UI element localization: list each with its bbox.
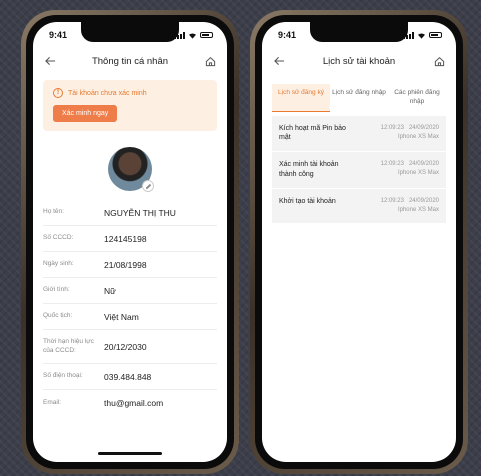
info-row-email: Email: thu@gmail.com bbox=[43, 390, 217, 416]
pencil-icon bbox=[145, 183, 151, 189]
phone-bezel: 9:41 Thông tin cá nhân ! Tài khoản chưa … bbox=[26, 15, 234, 469]
edit-avatar-button[interactable] bbox=[142, 180, 154, 192]
account-history-screen: 9:41 Lịch sử tài khoản Lịch sử đăng ký L… bbox=[262, 22, 456, 462]
list-item: Khởi tạo tài khoản 12:09:23 24/09/2020 Ip… bbox=[272, 189, 446, 224]
unverified-alert: ! Tài khoản chưa xác minh Xác minh ngay bbox=[43, 80, 217, 131]
avatar[interactable] bbox=[108, 147, 154, 192]
page-title: Lịch sử tài khoản bbox=[322, 55, 396, 67]
verify-now-button[interactable]: Xác minh ngay bbox=[53, 105, 118, 122]
list-item: Kích hoạt mã Pin bảo mật 12:09:23 24/09/2… bbox=[272, 116, 446, 153]
profile-screen: 9:41 Thông tin cá nhân ! Tài khoản chưa … bbox=[33, 22, 227, 462]
info-label: Số CCCD: bbox=[43, 234, 74, 242]
history-tabs: Lịch sử đăng ký Lịch sử đăng nhập Các ph… bbox=[272, 84, 446, 112]
info-row-id-number: Số CCCD: 124145198 bbox=[43, 226, 217, 252]
history-date: 24/09/2020 bbox=[408, 197, 439, 204]
nav-bar: Thông tin cá nhân bbox=[33, 44, 227, 78]
info-row-nationality: Quốc tịch: Việt Nam bbox=[43, 304, 217, 330]
info-label: Giới tính: bbox=[43, 286, 70, 294]
info-row-gender: Giới tính: Nữ bbox=[43, 278, 217, 304]
phone-notch bbox=[81, 22, 179, 42]
phone-bezel: 9:41 Lịch sử tài khoản Lịch sử đăng ký L… bbox=[255, 15, 463, 469]
arrow-left-icon[interactable] bbox=[43, 54, 57, 68]
arrow-left-icon[interactable] bbox=[272, 54, 286, 68]
history-meta: 12:09:23 24/09/2020 Iphone XS Max bbox=[381, 197, 439, 216]
phone-frame-right: 9:41 Lịch sử tài khoản Lịch sử đăng ký L… bbox=[250, 10, 468, 474]
info-row-phone: Số điện thoại: 039.484.848 bbox=[43, 364, 217, 390]
info-label: Thời hạn hiệu lực của CCCD: bbox=[43, 337, 94, 354]
tab-login-history[interactable]: Lịch sử đăng nhập bbox=[330, 84, 388, 112]
status-time: 9:41 bbox=[49, 30, 68, 40]
phone-notch bbox=[310, 22, 408, 42]
info-label: Quốc tịch: bbox=[43, 312, 73, 320]
warning-icon: ! bbox=[53, 88, 63, 98]
history-time: 12:09:23 bbox=[380, 197, 404, 204]
history-title: Khởi tạo tài khoản bbox=[279, 197, 336, 205]
status-icons bbox=[174, 31, 213, 39]
info-value: NGUYỄN THỊ THU bbox=[104, 207, 176, 218]
history-title: Xác minh tài khoản thành công bbox=[279, 161, 339, 178]
home-indicator bbox=[98, 452, 162, 455]
history-meta: 12:09:23 24/09/2020 Iphone XS Max bbox=[381, 160, 439, 180]
alert-text: Tài khoản chưa xác minh bbox=[68, 89, 147, 97]
info-value: 21/08/1998 bbox=[104, 259, 147, 270]
info-value: Nữ bbox=[104, 285, 116, 296]
wifi-icon bbox=[189, 32, 196, 39]
avatar-section bbox=[33, 147, 227, 192]
info-value: 039.484.848 bbox=[104, 371, 152, 382]
history-date: 24/09/2020 bbox=[408, 161, 439, 168]
status-time: 9:41 bbox=[278, 30, 297, 40]
info-row-fullname: Họ tên: NGUYỄN THỊ THU bbox=[43, 200, 217, 226]
info-label: Số điện thoại: bbox=[43, 372, 83, 380]
info-row-id-expiry: Thời hạn hiệu lực của CCCD: 20/12/2030 bbox=[43, 330, 217, 364]
info-value: thu@gmail.com bbox=[104, 398, 164, 408]
history-device: Iphone XS Max bbox=[397, 170, 439, 177]
battery-icon bbox=[429, 32, 442, 38]
status-icons bbox=[403, 31, 442, 39]
history-meta: 12:09:23 24/09/2020 Iphone XS Max bbox=[381, 124, 439, 144]
info-value: Việt Nam bbox=[104, 311, 139, 322]
info-label: Email: bbox=[43, 398, 62, 406]
tab-registration-history[interactable]: Lịch sử đăng ký bbox=[272, 84, 330, 112]
info-row-birthdate: Ngày sinh: 21/08/1998 bbox=[43, 252, 217, 278]
info-label: Họ tên: bbox=[43, 208, 64, 216]
history-date: 24/09/2020 bbox=[408, 124, 439, 131]
history-device: Iphone XS Max bbox=[397, 133, 439, 140]
history-list: Kích hoạt mã Pin bảo mật 12:09:23 24/09/2… bbox=[272, 115, 446, 224]
page-title: Thông tin cá nhân bbox=[91, 55, 169, 67]
info-value: 124145198 bbox=[104, 233, 147, 244]
info-value: 20/12/2030 bbox=[104, 341, 147, 352]
nav-bar: Lịch sử tài khoản bbox=[262, 44, 456, 78]
home-icon[interactable] bbox=[432, 54, 446, 68]
history-device: Iphone XS Max bbox=[397, 207, 439, 214]
history-time: 12:09:23 bbox=[380, 161, 404, 168]
home-icon[interactable] bbox=[203, 54, 217, 68]
phone-frame-left: 9:41 Thông tin cá nhân ! Tài khoản chưa … bbox=[21, 10, 239, 474]
profile-info-list: Họ tên: NGUYỄN THỊ THU Số CCCD: 12414519… bbox=[33, 200, 227, 416]
wifi-icon bbox=[418, 32, 425, 39]
history-title: Kích hoạt mã Pin bảo mật bbox=[279, 124, 346, 142]
history-time: 12:09:23 bbox=[380, 124, 404, 131]
tab-login-sessions[interactable]: Các phiên đăng nhập bbox=[388, 84, 446, 112]
list-item: Xác minh tài khoản thành công 12:09:23 24… bbox=[272, 152, 446, 189]
info-label: Ngày sinh: bbox=[43, 260, 74, 268]
battery-icon bbox=[200, 32, 213, 38]
